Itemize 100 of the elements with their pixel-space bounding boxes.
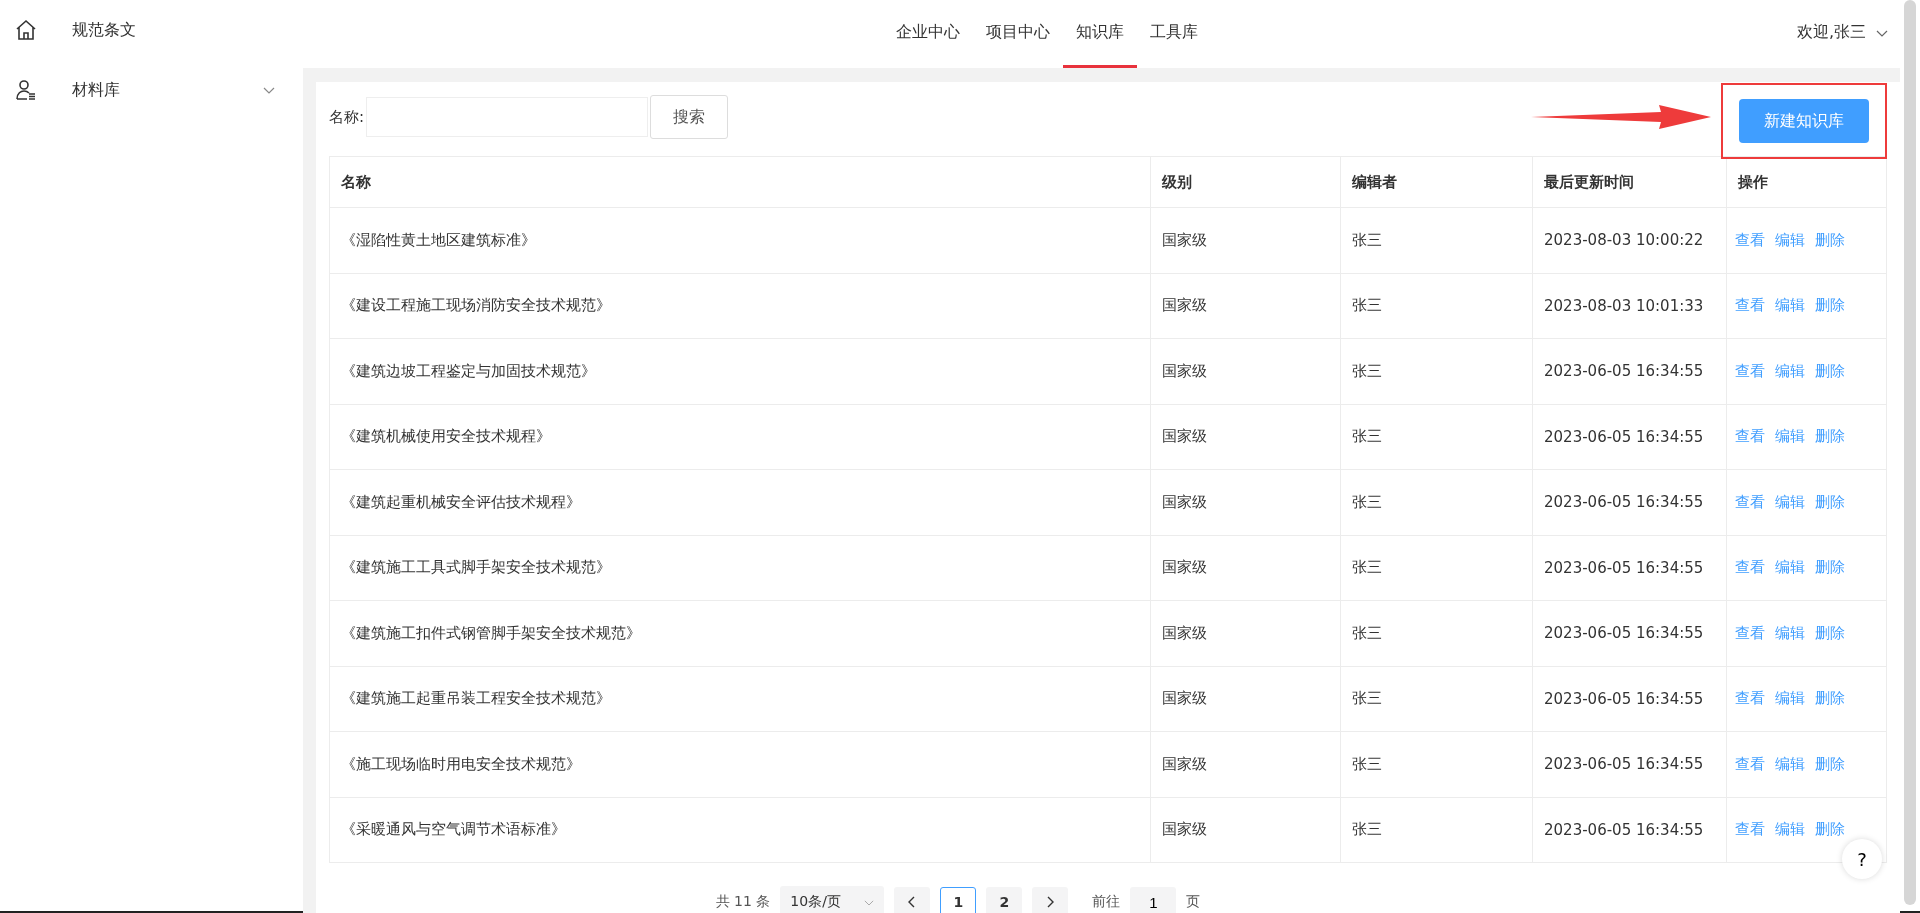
- page-button[interactable]: 1: [940, 887, 977, 913]
- chevron-down-icon: [263, 86, 275, 94]
- table-cell: 张三: [1340, 797, 1533, 863]
- next-page-button[interactable]: [1032, 887, 1069, 913]
- table-cell: 国家级: [1150, 600, 1341, 666]
- total-count: 共 11 条: [715, 893, 771, 911]
- action-link[interactable]: 查看: [1735, 820, 1765, 839]
- table-cell: 张三: [1340, 273, 1533, 339]
- nav-tab[interactable]: 工具库: [1136, 0, 1211, 68]
- home-icon: [14, 18, 38, 42]
- table-cell: 张三: [1340, 469, 1533, 535]
- action-link[interactable]: 查看: [1735, 492, 1765, 511]
- table-cell: 国家级: [1150, 338, 1341, 404]
- action-link[interactable]: 删除: [1815, 427, 1845, 446]
- action-link[interactable]: 删除: [1815, 492, 1845, 511]
- table-cell: 《施工现场临时用电安全技术规范》: [329, 731, 1151, 797]
- search-button[interactable]: 搜索: [650, 95, 729, 139]
- table-cell: 《建筑边坡工程鉴定与加固技术规范》: [329, 338, 1151, 404]
- table-cell: 国家级: [1150, 273, 1341, 339]
- chevron-down-icon: [1876, 28, 1888, 37]
- table-cell: 2023-06-05 16:34:55: [1532, 600, 1727, 666]
- action-link[interactable]: 编辑: [1775, 427, 1805, 446]
- table-cell: 2023-06-05 16:34:55: [1532, 731, 1727, 797]
- table-cell: 《建筑机械使用安全技术规程》: [329, 404, 1151, 470]
- action-link[interactable]: 编辑: [1775, 296, 1805, 315]
- table-cell: 《建筑起重机械安全评估技术规程》: [329, 469, 1151, 535]
- action-link[interactable]: 查看: [1735, 230, 1765, 249]
- table-cell: 国家级: [1150, 666, 1341, 732]
- chevron-left-icon: [908, 896, 917, 908]
- action-link[interactable]: 编辑: [1775, 230, 1805, 249]
- table-cell: 张三: [1340, 600, 1533, 666]
- page-suffix: 页: [1186, 893, 1201, 911]
- action-link[interactable]: 删除: [1815, 296, 1845, 315]
- action-link[interactable]: 查看: [1735, 754, 1765, 773]
- action-link[interactable]: 查看: [1735, 689, 1765, 708]
- action-link[interactable]: 查看: [1735, 427, 1765, 446]
- table-cell: 国家级: [1150, 469, 1341, 535]
- table-cell: 2023-08-03 10:00:22: [1532, 207, 1727, 273]
- table-cell: 《建筑施工起重吊装工程安全技术规范》: [329, 666, 1151, 732]
- table-cell: 张三: [1340, 535, 1533, 601]
- action-link[interactable]: 编辑: [1775, 361, 1805, 380]
- chevron-down-icon: [864, 898, 875, 906]
- sidebar-item[interactable]: 规范条文: [0, 10, 303, 50]
- table-cell: 国家级: [1150, 535, 1341, 601]
- table-cell: 张三: [1340, 207, 1533, 273]
- table-cell: 2023-06-05 16:34:55: [1532, 338, 1727, 404]
- table-cell: 2023-06-05 16:34:55: [1532, 797, 1727, 863]
- action-link[interactable]: 删除: [1815, 754, 1845, 773]
- name-label: 名称:: [329, 107, 365, 127]
- table-cell: 国家级: [1150, 207, 1341, 273]
- column-header: 编辑者: [1340, 156, 1533, 208]
- page-size-select[interactable]: 10条/页: [780, 886, 885, 913]
- table-cell: 2023-06-05 16:34:55: [1532, 404, 1727, 470]
- action-link[interactable]: 删除: [1815, 230, 1845, 249]
- help-button[interactable]: ?: [1842, 839, 1882, 879]
- column-header: 最后更新时间: [1532, 156, 1727, 208]
- action-link[interactable]: 编辑: [1775, 820, 1805, 839]
- table-cell: 2023-06-05 16:34:55: [1532, 666, 1727, 732]
- action-link[interactable]: 编辑: [1775, 754, 1805, 773]
- previous-page-button[interactable]: [894, 887, 931, 913]
- table-cell: 《采暖通风与空气调节术语标准》: [329, 797, 1151, 863]
- action-link[interactable]: 查看: [1735, 296, 1765, 315]
- column-header: 名称: [329, 156, 1151, 208]
- table-cell: 《湿陷性黄土地区建筑标准》: [329, 207, 1151, 273]
- action-link[interactable]: 查看: [1735, 558, 1765, 577]
- table-cell: 国家级: [1150, 731, 1341, 797]
- column-header: 级别: [1150, 156, 1341, 208]
- table-cell: 《建设工程施工现场消防安全技术规范》: [329, 273, 1151, 339]
- sidebar-item[interactable]: 材料库: [0, 70, 303, 110]
- goto-page-field[interactable]: 1: [1130, 887, 1177, 913]
- nav-tab[interactable]: 项目中心: [972, 0, 1063, 68]
- scrollbar[interactable]: [1904, 0, 1916, 905]
- action-link[interactable]: 编辑: [1775, 558, 1805, 577]
- action-link[interactable]: 编辑: [1775, 689, 1805, 708]
- table-cell: 张三: [1340, 338, 1533, 404]
- action-link[interactable]: 查看: [1735, 361, 1765, 380]
- table-cell: 2023-06-05 16:34:55: [1532, 535, 1727, 601]
- action-link[interactable]: 删除: [1815, 820, 1845, 839]
- table-cell: 《建筑施工扣件式钢管脚手架安全技术规范》: [329, 600, 1151, 666]
- page-button[interactable]: 2: [986, 887, 1023, 913]
- table-cell: 张三: [1340, 731, 1533, 797]
- table-cell: 2023-08-03 10:01:33: [1532, 273, 1727, 339]
- action-link[interactable]: 编辑: [1775, 492, 1805, 511]
- table-cell: 张三: [1340, 404, 1533, 470]
- action-link[interactable]: 删除: [1815, 689, 1845, 708]
- new-knowledge-base-button[interactable]: 新建知识库: [1739, 99, 1869, 143]
- user-menu[interactable]: 欢迎,张三: [1796, 22, 1888, 43]
- table-cell: 2023-06-05 16:34:55: [1532, 469, 1727, 535]
- action-link[interactable]: 删除: [1815, 623, 1845, 642]
- action-link[interactable]: 编辑: [1775, 623, 1805, 642]
- table-cell: 《建筑施工工具式脚手架安全技术规范》: [329, 535, 1151, 601]
- action-link[interactable]: 查看: [1735, 623, 1765, 642]
- table-cell: 张三: [1340, 666, 1533, 732]
- goto-label: 前往: [1092, 893, 1121, 911]
- action-link[interactable]: 删除: [1815, 361, 1845, 380]
- column-header: 操作: [1726, 156, 1887, 208]
- action-link[interactable]: 删除: [1815, 558, 1845, 577]
- chevron-right-icon: [1046, 896, 1055, 908]
- name-input-field[interactable]: [366, 97, 649, 137]
- nav-tab[interactable]: 企业中心: [882, 0, 973, 68]
